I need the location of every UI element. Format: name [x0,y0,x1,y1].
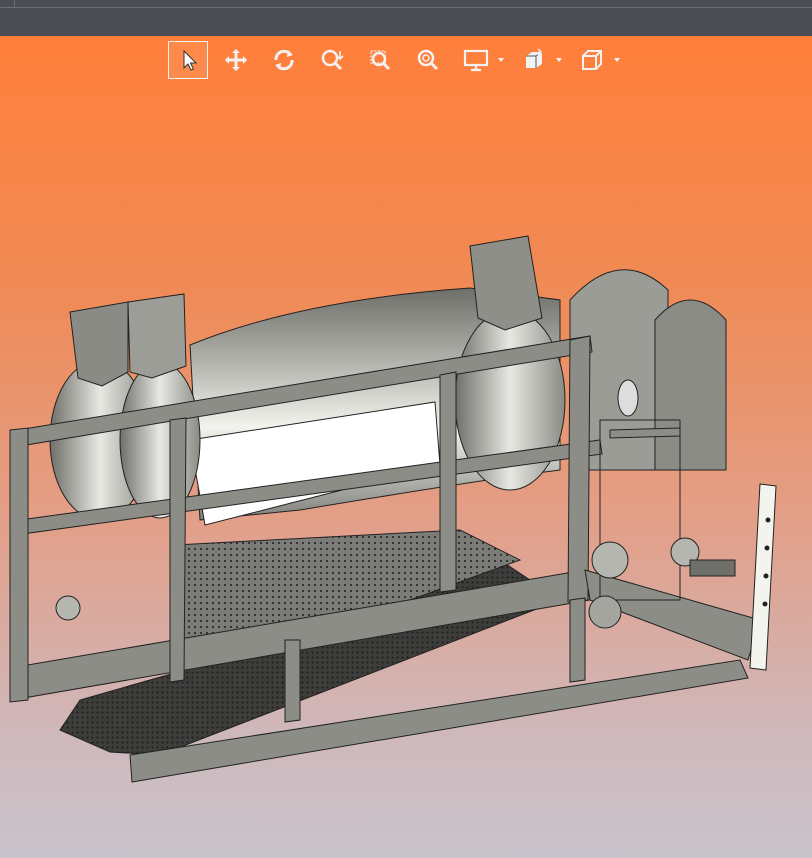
select-tool-button[interactable] [168,41,208,79]
standard-views-dropdown[interactable] [572,41,620,79]
hopper-2 [127,293,187,379]
chevron-down-icon[interactable] [498,58,504,62]
zoom-fit-button[interactable] [408,41,448,79]
drum-sieve-model[interactable] [0,0,812,858]
iso-cube-icon [582,50,602,70]
zoom-fit-icon [417,49,439,71]
drum-end-mid [119,361,201,519]
view-orientation-button[interactable] [514,41,554,79]
zoom-window-button[interactable] [360,41,400,79]
pulley-right [591,541,629,579]
chevron-down-icon[interactable] [556,58,562,62]
pan-move-icon [225,49,247,71]
pulley-lower [588,595,622,629]
hopper-3 [469,235,543,331]
motor [689,559,736,577]
view-cube-stack-icon [526,48,543,68]
view-orientation-dropdown[interactable] [514,41,562,79]
adjustment-bracket [749,483,777,671]
rotate-tool-button[interactable] [264,41,304,79]
display-style-dropdown[interactable] [456,41,504,79]
standard-views-button[interactable] [572,41,612,79]
zoom-dynamic-icon [321,49,344,71]
chevron-down-icon[interactable] [614,58,620,62]
pan-tool-button[interactable] [216,41,256,79]
display-monitor-icon [463,49,489,72]
rotate-icon [274,49,294,71]
end-disc-hole [617,379,639,417]
display-style-button[interactable] [456,41,496,79]
pulley-left [55,595,81,621]
hopper-1 [69,301,129,387]
view-toolbar [168,40,630,80]
zoom-window-icon [370,50,391,71]
zoom-dynamic-button[interactable] [312,41,352,79]
end-disc-2 [654,299,727,471]
select-arrow-icon [183,49,198,71]
cad-app-window [0,0,812,858]
